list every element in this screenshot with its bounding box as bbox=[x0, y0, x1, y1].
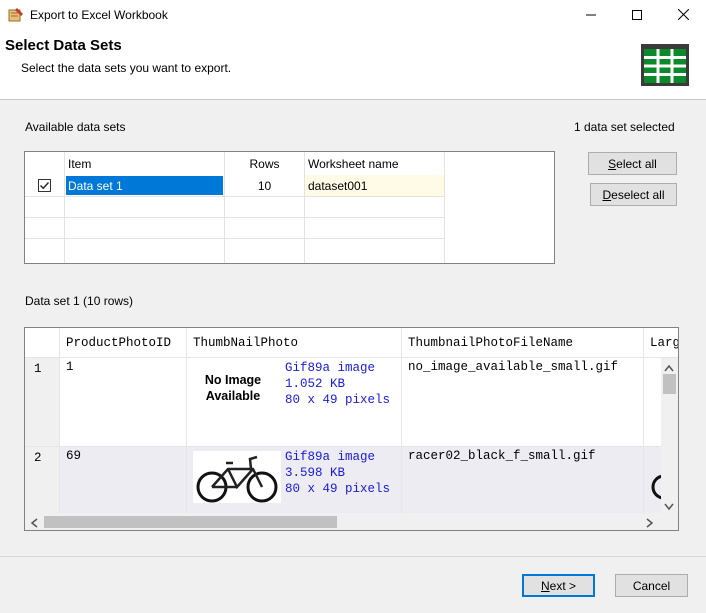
horizontal-scroll-thumb[interactable] bbox=[44, 516, 337, 528]
image-dimensions: 80 x 49 pixels bbox=[285, 482, 391, 496]
item-cell[interactable]: Data set 1 bbox=[65, 175, 225, 196]
no-image-placeholder: No Image Available bbox=[204, 372, 262, 403]
vertical-scrollbar[interactable] bbox=[661, 358, 678, 513]
row-checkbox[interactable] bbox=[25, 175, 65, 196]
excel-grid-icon bbox=[641, 44, 689, 86]
app-icon bbox=[8, 7, 24, 23]
column-header-worksheet[interactable]: Worksheet name bbox=[305, 152, 445, 175]
select-all-button[interactable]: Select all bbox=[588, 152, 677, 175]
cancel-button[interactable]: Cancel bbox=[615, 574, 688, 597]
scroll-left-icon[interactable] bbox=[30, 517, 38, 530]
window-title: Export to Excel Workbook bbox=[30, 8, 168, 22]
empty-row bbox=[25, 196, 445, 218]
horizontal-scrollbar[interactable] bbox=[25, 513, 661, 530]
bicycle-icon bbox=[193, 451, 281, 503]
item-name: Data set 1 bbox=[66, 176, 223, 195]
select-all-label: Select all bbox=[608, 156, 657, 171]
deselect-all-label: Deselect all bbox=[602, 187, 665, 202]
image-info: Gif89a image 3.598 KB 80 x 49 pixels bbox=[285, 449, 390, 497]
close-icon bbox=[677, 8, 689, 23]
data-preview-grid[interactable]: ProductPhotoID ThumbNailPhoto ThumbnailP… bbox=[24, 327, 679, 531]
scroll-right-icon[interactable] bbox=[646, 517, 654, 530]
preview-label: Data set 1 (10 rows) bbox=[25, 294, 134, 308]
footer-divider bbox=[0, 556, 706, 557]
worksheet-name-cell[interactable]: dataset001 bbox=[305, 175, 445, 196]
table-row[interactable]: Data set 1 10 dataset001 bbox=[25, 175, 445, 197]
minimize-icon bbox=[586, 9, 596, 23]
page-subtitle: Select the data sets you want to export. bbox=[21, 61, 232, 75]
column-header-thumbnailphoto[interactable]: ThumbNailPhoto bbox=[187, 328, 402, 358]
column-header-item[interactable]: Item bbox=[65, 152, 225, 175]
column-header-thumbnailphotofilename[interactable]: ThumbnailPhotoFileName bbox=[402, 328, 644, 358]
image-type: Gif89a image bbox=[285, 361, 376, 375]
next-label: Next > bbox=[540, 578, 577, 593]
image-size: 3.598 KB bbox=[285, 466, 346, 480]
image-dimensions: 80 x 49 pixels bbox=[285, 393, 391, 407]
data-sets-grid[interactable]: Item Rows Worksheet name Data set 1 10 d… bbox=[24, 151, 555, 264]
next-button[interactable]: Next > bbox=[522, 574, 595, 597]
available-data-sets-label: Available data sets bbox=[25, 120, 126, 134]
scroll-corner bbox=[661, 513, 678, 530]
thumbnail-cell: No Image Available Gif89a image 1.052 KB… bbox=[187, 358, 402, 447]
column-header-rows[interactable]: Rows bbox=[225, 152, 305, 175]
page-title: Select Data Sets bbox=[5, 37, 122, 54]
thumbnail-filename: no_image_available_small.gif bbox=[402, 358, 644, 447]
scroll-up-icon[interactable] bbox=[664, 361, 674, 375]
maximize-button[interactable] bbox=[614, 0, 660, 31]
empty-row bbox=[25, 238, 445, 263]
close-button[interactable] bbox=[660, 0, 706, 31]
vertical-scroll-thumb[interactable] bbox=[663, 374, 676, 394]
grid-header-check bbox=[25, 152, 65, 175]
wizard-header: Select Data Sets Select the data sets yo… bbox=[0, 31, 706, 100]
image-info: Gif89a image 1.052 KB 80 x 49 pixels bbox=[285, 360, 390, 408]
minimize-button[interactable] bbox=[568, 0, 614, 31]
product-photo-id: 1 bbox=[60, 358, 187, 447]
rows-cell: 10 bbox=[225, 175, 305, 196]
grid-header-row: Item Rows Worksheet name bbox=[25, 152, 445, 175]
column-header-large[interactable]: Larg bbox=[644, 328, 678, 358]
title-bar: Export to Excel Workbook bbox=[0, 0, 706, 31]
maximize-icon bbox=[632, 9, 642, 23]
column-header-productphotoid[interactable]: ProductPhotoID bbox=[60, 328, 187, 358]
checkbox-checked-icon bbox=[38, 179, 51, 192]
deselect-all-button[interactable]: Deselect all bbox=[590, 183, 677, 206]
image-size: 1.052 KB bbox=[285, 377, 346, 391]
row-number: 1 bbox=[25, 358, 60, 447]
scroll-down-icon[interactable] bbox=[664, 500, 674, 514]
empty-row bbox=[25, 217, 445, 239]
image-type: Gif89a image bbox=[285, 450, 376, 464]
selected-count: 1 data set selected bbox=[574, 120, 675, 134]
row-number-header bbox=[25, 328, 60, 358]
